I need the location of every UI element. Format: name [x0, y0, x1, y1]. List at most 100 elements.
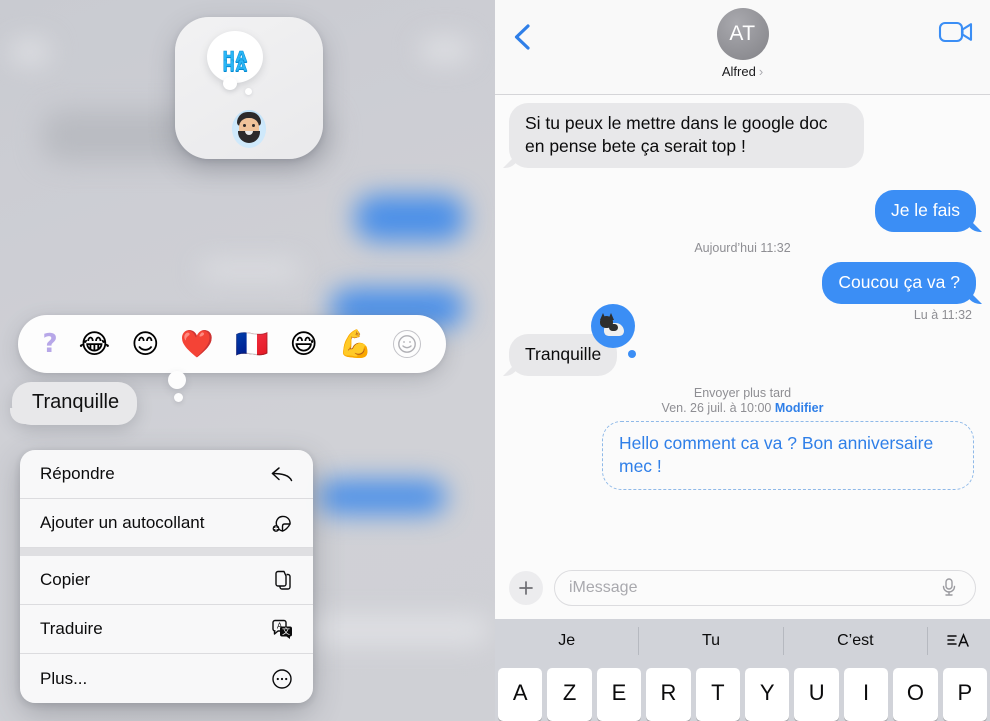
blurred-background-artifact [355, 195, 465, 241]
message-row-incoming: Si tu peux le mettre dans le google doc … [495, 103, 990, 168]
cat-icon [600, 313, 626, 337]
back-button[interactable] [509, 22, 537, 52]
key-p[interactable]: P [942, 668, 988, 721]
translate-icon: A 文 [269, 616, 295, 642]
flexed-biceps-emoji[interactable]: 💪 [339, 331, 373, 358]
scheduled-message-text: Hello comment ca va ? Bon anniversaire m… [619, 433, 934, 476]
plus-icon [519, 581, 533, 595]
reaction-bar-tail-small [174, 393, 183, 402]
message-bubble-outgoing[interactable]: Je le fais [874, 190, 976, 232]
blurred-background-artifact [200, 262, 300, 278]
scheduled-label: Envoyer plus tard [693, 386, 792, 400]
read-receipt: Lu à 11:32 [913, 308, 972, 322]
message-text: Je le fais [890, 200, 960, 220]
predictive-text-row: Je Tu C’est [495, 619, 990, 663]
context-menu-item-translate[interactable]: Traduire A 文 [20, 605, 313, 654]
text-format-icon[interactable] [928, 627, 990, 655]
left-panel-context-menu-view: HA HA ? 😂 😊 ❤️ 🇫🇷 😅 💪 Tranquille Répondr… [0, 0, 495, 721]
right-panel-messages-view: AT Alfred › Si tu peux le mettre dans le… [495, 0, 990, 721]
scheduled-datetime: Ven. 26 juil. à 10:00 [661, 401, 772, 415]
prediction-3[interactable]: C’est [784, 627, 928, 655]
microphone-icon [942, 578, 956, 596]
key-u[interactable]: U [794, 668, 839, 721]
message-row-outgoing: Coucou ça va ? [495, 262, 990, 304]
avatar: AT [716, 8, 769, 60]
grinning-face-sweat-emoji[interactable]: 😅 [290, 331, 318, 358]
contact-header-button[interactable]: AT Alfred › [716, 8, 769, 79]
key-t[interactable]: T [695, 668, 741, 721]
message-row-outgoing: Je le fais [495, 190, 990, 232]
context-menu-label-reply: Répondre [40, 464, 115, 483]
key-a[interactable]: A [498, 668, 543, 721]
prediction-2[interactable]: Tu [639, 627, 784, 655]
context-menu-item-reply[interactable]: Répondre [20, 450, 313, 499]
context-menu-label-copy: Copier [40, 570, 91, 589]
memoji-avatar [232, 110, 266, 148]
blurred-background-artifact [10, 40, 50, 64]
smiling-face-smiling-eyes-emoji[interactable]: 😊 [131, 331, 159, 358]
scheduled-message-bubble[interactable]: Hello comment ca va ? Bon anniversaire m… [602, 421, 974, 490]
key-i[interactable]: I [843, 668, 889, 721]
message-input-field[interactable] [554, 570, 976, 606]
blurred-background-artifact [318, 480, 446, 514]
on-screen-keyboard[interactable]: Je Tu C’est A Z E R T Y U I O P [495, 619, 990, 721]
emoji-reaction-bar[interactable]: ? 😂 😊 ❤️ 🇫🇷 😅 💪 [18, 315, 446, 373]
context-menu[interactable]: Répondre Ajouter un autocollant Copier T… [20, 450, 313, 703]
attachments-button[interactable] [509, 571, 543, 605]
message-input-bar [495, 557, 990, 619]
sticker-preview-card[interactable]: HA HA [175, 17, 323, 159]
message-bubble-incoming[interactable]: Si tu peux le mettre dans le google doc … [509, 103, 864, 168]
search-input[interactable] [569, 579, 941, 597]
context-menu-separator [20, 548, 313, 556]
timestamp-divider: Aujourd’hui 11:32 [694, 241, 791, 255]
svg-text:文: 文 [282, 626, 290, 636]
reaction-bar-tail-large [168, 371, 186, 389]
haha-text-line-2: HA [222, 57, 248, 75]
message-text: Si tu peux le mettre dans le google doc … [525, 113, 828, 156]
focused-message-bubble[interactable]: Tranquille [12, 382, 138, 425]
key-o[interactable]: O [893, 668, 938, 721]
context-menu-label-translate: Traduire [40, 619, 103, 638]
message-text: Tranquille [525, 344, 602, 364]
video-call-button[interactable] [938, 18, 976, 48]
key-r[interactable]: R [646, 668, 691, 721]
chat-header: AT Alfred › [495, 0, 990, 95]
context-menu-item-copy[interactable]: Copier [20, 556, 313, 605]
dictation-button[interactable] [941, 577, 961, 599]
bubble-sticker-wrapper: Tranquille [509, 304, 636, 376]
screenshot-root: HA HA ? 😂 😊 ❤️ 🇫🇷 😅 💪 Tranquille Répondr… [0, 0, 990, 721]
thought-bubble-tail [223, 77, 237, 90]
more-emoji-button[interactable] [393, 330, 422, 358]
context-menu-item-more[interactable]: Plus... [20, 654, 313, 703]
focused-message-bubble-tail [10, 408, 26, 424]
key-z[interactable]: Z [547, 668, 592, 721]
copy-icon [269, 567, 295, 593]
focused-message-text: Tranquille [32, 391, 120, 413]
question-mark-emoji[interactable]: ? [43, 331, 58, 357]
contact-name: Alfred [721, 64, 756, 79]
red-heart-emoji[interactable]: ❤️ [180, 331, 214, 358]
prediction-1[interactable]: Je [495, 627, 640, 655]
flag-france-emoji[interactable]: 🇫🇷 [235, 331, 269, 358]
context-menu-item-add-sticker[interactable]: Ajouter un autocollant [20, 499, 313, 548]
context-menu-label-add-sticker: Ajouter un autocollant [40, 513, 205, 532]
blurred-background-artifact [420, 38, 470, 62]
scheduled-edit-link[interactable]: Modifier [775, 401, 824, 415]
message-row-incoming-with-sticker: Tranquille [495, 304, 990, 376]
format-lines-a-icon [947, 633, 969, 647]
message-bubble-outgoing[interactable]: Coucou ça va ? [822, 262, 976, 304]
context-menu-label-more: Plus... [40, 668, 88, 688]
chevron-left-icon [514, 24, 530, 50]
message-list[interactable]: Si tu peux le mettre dans le google doc … [495, 95, 990, 557]
key-e[interactable]: E [596, 668, 642, 721]
sticker-tail-dot [628, 350, 636, 358]
key-y[interactable]: Y [745, 668, 790, 721]
smiley-outline-icon [398, 335, 417, 353]
add-sticker-icon [269, 510, 295, 536]
cat-thought-bubble-sticker[interactable] [591, 304, 635, 348]
blurred-background-artifact [300, 615, 490, 645]
contact-name-row: Alfred › [722, 64, 763, 79]
face-with-tears-of-joy-emoji[interactable]: 😂 [79, 331, 111, 358]
chevron-right-icon: › [758, 64, 764, 79]
scheduled-message-block: Envoyer plus tard Ven. 26 juil. à 10:00 … [495, 380, 990, 490]
